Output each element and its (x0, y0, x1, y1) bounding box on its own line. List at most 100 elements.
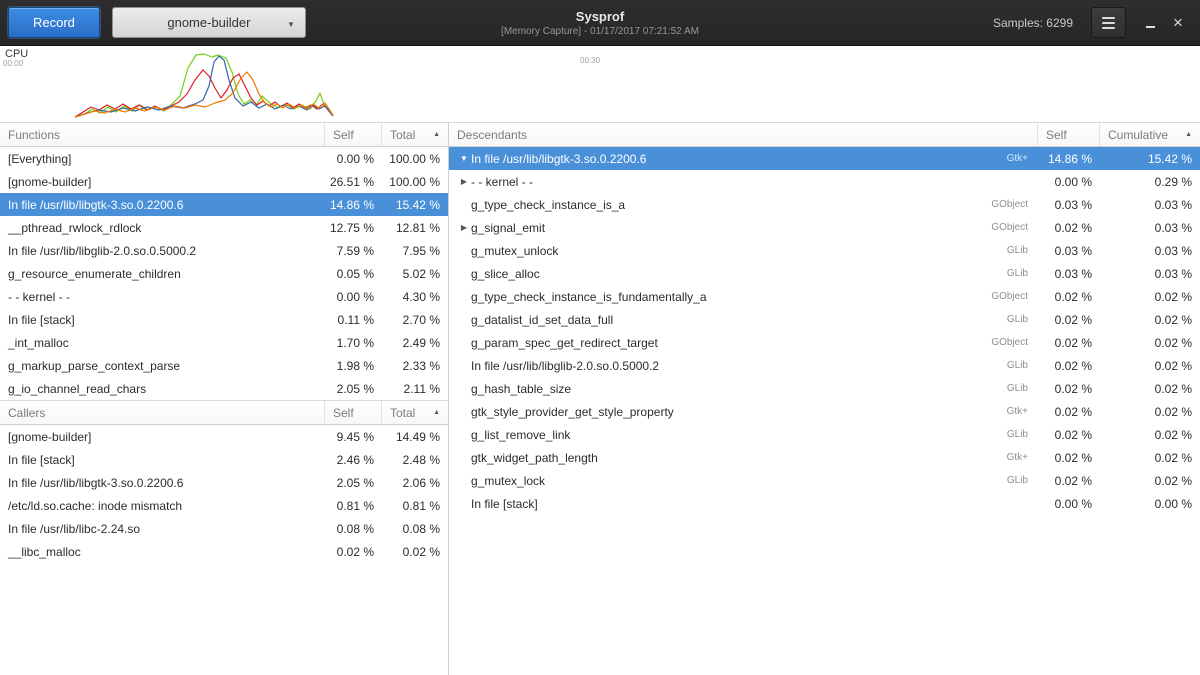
self-percent-cell: 0.08 % (325, 522, 382, 536)
column-header-self[interactable]: Self (325, 401, 382, 424)
sort-arrow-icon: ▲ (433, 131, 440, 138)
table-row[interactable]: In file /usr/lib/libgtk-3.so.0.2200.614.… (0, 193, 448, 216)
column-header-total[interactable]: Total ▲ (382, 401, 448, 424)
self-percent-cell: 0.11 % (325, 313, 382, 327)
function-name-cell: In file /usr/lib/libgtk-3.so.0.2200.6 (0, 198, 325, 212)
table-row[interactable]: gtk_style_provider_get_style_propertyGtk… (449, 400, 1200, 423)
function-name-cell: [Everything] (0, 152, 325, 166)
column-header-callers[interactable]: Callers (0, 401, 325, 424)
table-row[interactable]: g_datalist_id_set_data_fullGLib0.02 %0.0… (449, 308, 1200, 331)
function-name-label: g_signal_emit (471, 221, 545, 235)
table-row[interactable]: g_list_remove_linkGLib0.02 %0.02 % (449, 423, 1200, 446)
expander-icon[interactable]: ▶ (457, 177, 471, 186)
expander-icon[interactable]: ▼ (457, 154, 471, 163)
table-row[interactable]: gtk_widget_path_lengthGtk+0.02 %0.02 % (449, 446, 1200, 469)
library-badge: GLib (1007, 245, 1038, 256)
total-percent-cell: 4.30 % (382, 290, 448, 304)
function-name-label: g_datalist_id_set_data_full (471, 313, 613, 327)
table-row[interactable]: In file [stack]0.11 %2.70 % (0, 308, 448, 331)
column-header-descendants[interactable]: Descendants (449, 123, 1038, 146)
table-row[interactable]: g_mutex_unlockGLib0.03 %0.03 % (449, 239, 1200, 262)
cumulative-percent-cell: 0.03 % (1100, 267, 1200, 281)
total-percent-cell: 0.02 % (382, 545, 448, 559)
table-row[interactable]: In file [stack]0.00 %0.00 % (449, 492, 1200, 515)
self-percent-cell: 1.70 % (325, 336, 382, 350)
table-row[interactable]: [gnome-builder]26.51 %100.00 % (0, 170, 448, 193)
table-row[interactable]: g_resource_enumerate_children0.05 %5.02 … (0, 262, 448, 285)
minimize-button[interactable] (1136, 7, 1164, 38)
table-row[interactable]: g_markup_parse_context_parse1.98 %2.33 % (0, 354, 448, 377)
table-row[interactable]: In file /usr/lib/libc-2.24.so0.08 %0.08 … (0, 517, 448, 540)
column-header-self[interactable]: Self (325, 123, 382, 146)
function-name-cell: g_mutex_unlock GLib (449, 244, 1038, 258)
column-header-cumulative[interactable]: Cumulative ▲ (1100, 123, 1200, 146)
expander-icon[interactable]: ▶ (457, 223, 471, 232)
cumulative-percent-cell: 0.02 % (1100, 313, 1200, 327)
table-row[interactable]: g_slice_allocGLib0.03 %0.03 % (449, 262, 1200, 285)
table-row[interactable]: ▼In file /usr/lib/libgtk-3.so.0.2200.6Gt… (449, 147, 1200, 170)
table-row[interactable]: /etc/ld.so.cache: inode mismatch0.81 %0.… (0, 494, 448, 517)
library-badge: Gtk+ (1007, 452, 1038, 463)
table-row[interactable]: In file /usr/lib/libglib-2.0.so.0.5000.2… (449, 354, 1200, 377)
self-percent-cell: 0.00 % (1038, 175, 1100, 189)
close-button[interactable]: × (1164, 7, 1192, 38)
cumulative-percent-cell: 0.02 % (1100, 428, 1200, 442)
table-row[interactable]: g_type_check_instance_is_fundamentally_a… (449, 285, 1200, 308)
function-name-label: In file /usr/lib/libgtk-3.so.0.2200.6 (471, 152, 646, 166)
column-header-total[interactable]: Total ▲ (382, 123, 448, 146)
total-percent-cell: 2.70 % (382, 313, 448, 327)
table-row[interactable]: g_io_channel_read_chars2.05 %2.11 % (0, 377, 448, 400)
library-badge: GLib (1007, 475, 1038, 486)
table-row[interactable]: In file [stack]2.46 %2.48 % (0, 448, 448, 471)
function-name-cell: ▼In file /usr/lib/libgtk-3.so.0.2200.6Gt… (449, 152, 1038, 166)
process-selector-dropdown[interactable]: gnome-builder ▼ (112, 7, 306, 38)
column-header-functions[interactable]: Functions (0, 123, 325, 146)
table-row[interactable]: g_mutex_lockGLib0.02 %0.02 % (449, 469, 1200, 492)
function-name-label: - - kernel - - (471, 175, 533, 189)
sort-arrow-icon: ▲ (433, 409, 440, 416)
self-percent-cell: 0.02 % (1038, 451, 1100, 465)
table-row[interactable]: g_type_check_instance_is_aGObject0.03 %0… (449, 193, 1200, 216)
self-percent-cell: 0.03 % (1038, 244, 1100, 258)
table-row[interactable]: g_hash_table_sizeGLib0.02 %0.02 % (449, 377, 1200, 400)
function-name-label: g_type_check_instance_is_fundamentally_a (471, 290, 707, 304)
table-row[interactable]: g_param_spec_get_redirect_targetGObject0… (449, 331, 1200, 354)
self-percent-cell: 0.02 % (1038, 474, 1100, 488)
cpu-graph-area[interactable]: CPU 00:00 00:30 (0, 46, 1200, 122)
self-percent-cell: 0.00 % (325, 152, 382, 166)
close-icon: × (1173, 14, 1183, 31)
menu-button[interactable] (1091, 7, 1126, 38)
total-percent-cell: 2.33 % (382, 359, 448, 373)
record-button[interactable]: Record (8, 7, 100, 38)
table-row[interactable]: In file /usr/lib/libglib-2.0.so.0.5000.2… (0, 239, 448, 262)
sysprof-window: Record gnome-builder ▼ Sysprof [Memory C… (0, 0, 1200, 675)
table-row[interactable]: [Everything]0.00 %100.00 % (0, 147, 448, 170)
table-row[interactable]: __libc_malloc0.02 %0.02 % (0, 540, 448, 563)
function-name-label: g_slice_alloc (471, 267, 540, 281)
function-name-cell: g_datalist_id_set_data_fullGLib (449, 313, 1038, 327)
self-percent-cell: 2.05 % (325, 476, 382, 490)
cumulative-percent-cell: 0.02 % (1100, 382, 1200, 396)
table-row[interactable]: __pthread_rwlock_rdlock12.75 %12.81 % (0, 216, 448, 239)
table-row[interactable]: ▶g_signal_emitGObject0.02 %0.03 % (449, 216, 1200, 239)
table-row[interactable]: - - kernel - -0.00 %4.30 % (0, 285, 448, 308)
self-percent-cell: 12.75 % (325, 221, 382, 235)
self-percent-cell: 2.05 % (325, 382, 382, 396)
table-row[interactable]: [gnome-builder]9.45 %14.49 % (0, 425, 448, 448)
descendants-table-header: Descendants Self Cumulative ▲ (449, 122, 1200, 147)
table-row[interactable]: _int_malloc1.70 %2.49 % (0, 331, 448, 354)
total-percent-cell: 100.00 % (382, 175, 448, 189)
table-row[interactable]: In file /usr/lib/libgtk-3.so.0.2200.62.0… (0, 471, 448, 494)
function-name-cell: In file /usr/lib/libgtk-3.so.0.2200.6 (0, 476, 325, 490)
table-row[interactable]: ▶- - kernel - - 0.00 %0.29 % (449, 170, 1200, 193)
function-name-label: g_mutex_lock (471, 474, 545, 488)
library-badge: GObject (991, 291, 1038, 302)
cumulative-percent-cell: 15.42 % (1100, 152, 1200, 166)
function-name-label: In file [stack] (471, 497, 538, 511)
cumulative-percent-cell: 0.29 % (1100, 175, 1200, 189)
column-header-self[interactable]: Self (1038, 123, 1100, 146)
function-name-cell: In file /usr/lib/libglib-2.0.so.0.5000.2… (449, 359, 1038, 373)
header-right-group: Samples: 6299 × (993, 7, 1192, 38)
function-name-label: g_mutex_unlock (471, 244, 558, 258)
self-percent-cell: 2.46 % (325, 453, 382, 467)
